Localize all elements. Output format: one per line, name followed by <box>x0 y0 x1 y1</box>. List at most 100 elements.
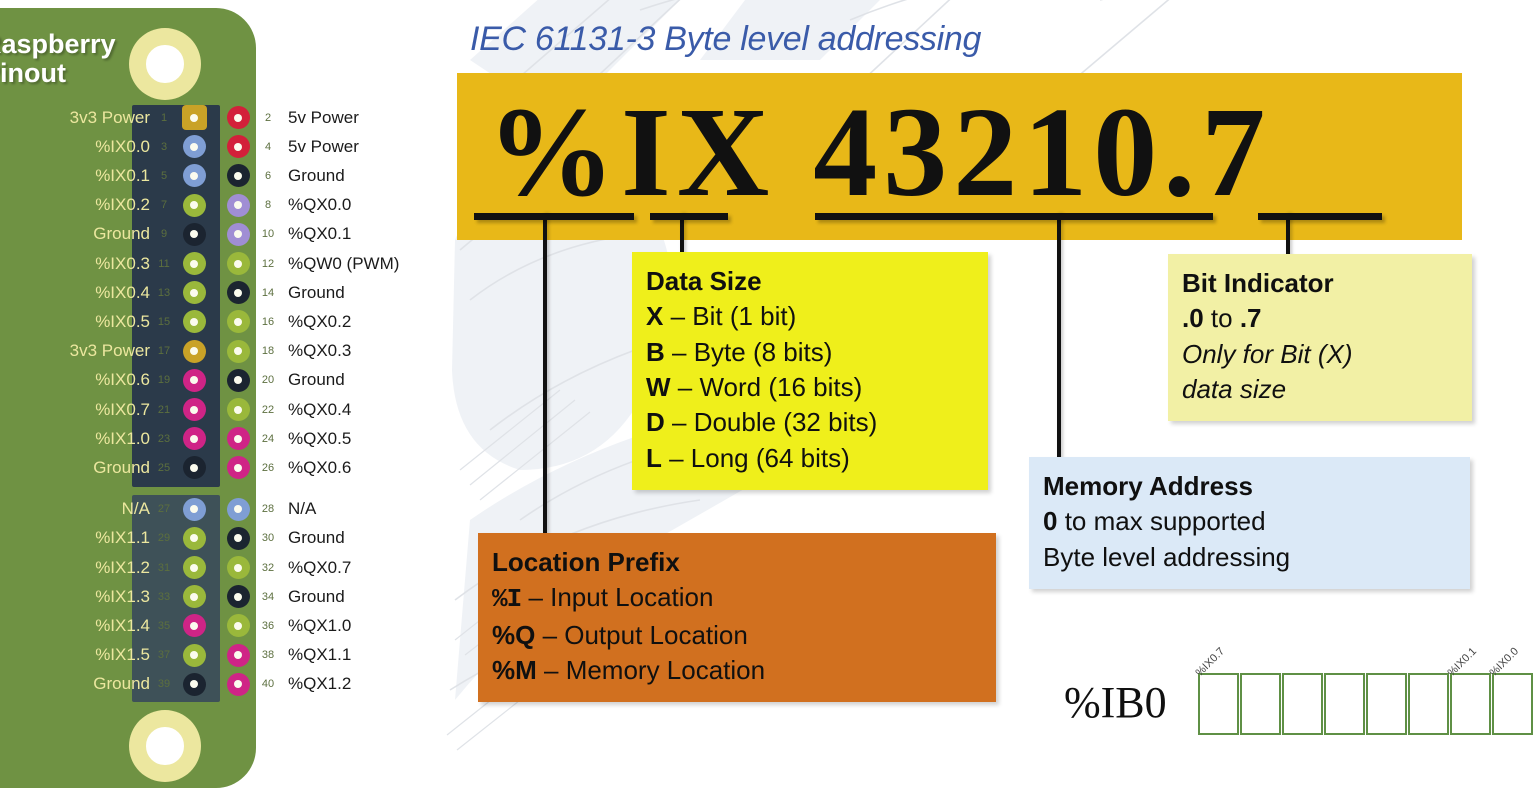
pin-dot-icon <box>226 193 250 217</box>
pin-dot-icon <box>226 456 250 480</box>
callout-data-size-title: Data Size <box>646 266 762 296</box>
pin-label-left: %IX0.2 <box>95 195 150 215</box>
pin-dot-cell-right <box>216 643 260 667</box>
callout-location-prefix-line: %M – Memory Location <box>492 653 982 688</box>
pin-number-left: 21 <box>157 403 171 416</box>
callout-location-prefix: Location Prefix %I – Input Location %Q –… <box>478 533 996 703</box>
pin-number-left: 27 <box>157 503 171 516</box>
pin-dot-cell-left <box>172 222 216 246</box>
pin-label-right: Ground <box>288 528 345 548</box>
callout-data-size-line: B – Byte (8 bits) <box>646 335 974 370</box>
pin-number-right: 2 <box>264 111 272 124</box>
pin-label-left: Ground <box>93 457 150 477</box>
pin-dot-cell-left <box>172 368 216 392</box>
pin-label-left: %IX0.0 <box>95 136 150 156</box>
pin-row: Ground 9 10 %QX0.1 <box>0 220 456 249</box>
pin-number-left: 19 <box>157 374 171 387</box>
pin-row: Ground 39 40 %QX1.2 <box>0 670 456 699</box>
data-size-rest: – Long (64 bits) <box>661 442 850 473</box>
pin-number-left: 33 <box>157 590 171 603</box>
pin-label-right: %QX1.2 <box>288 674 352 694</box>
pin-row: %IX0.6 19 20 Ground <box>0 366 456 395</box>
bit-range-mid: to <box>1203 303 1240 334</box>
pin-number-left: 13 <box>157 286 171 299</box>
pin-number-right: 30 <box>261 532 275 545</box>
pin-label-left: Ground <box>93 224 150 244</box>
pin-row: %IX0.1 5 6 Ground <box>0 161 456 190</box>
byte-cell[interactable] <box>1282 673 1323 735</box>
pin-label-left: 3v3 Power <box>69 341 150 361</box>
pin-dot-icon <box>182 164 206 188</box>
mount-hole-top-icon <box>129 28 201 100</box>
pin-dot-icon <box>226 339 250 363</box>
pin-dot-icon <box>182 526 206 550</box>
pin-dot-icon <box>182 252 206 275</box>
pin-label-right: %QX1.0 <box>288 615 352 635</box>
byte-cell[interactable] <box>1450 673 1491 735</box>
pin-label-left: %IX1.5 <box>95 645 150 665</box>
pin-label-left: %IX1.2 <box>95 557 150 577</box>
pin-dot-cell-right <box>216 368 260 392</box>
callout-data-size-line: L – Long (64 bits) <box>646 441 974 476</box>
byte-cell[interactable] <box>1408 673 1449 735</box>
leader-memory-address <box>1057 213 1061 459</box>
pin-row: 3v3 Power 17 18 %QX0.3 <box>0 337 456 366</box>
byte-cell[interactable] <box>1492 673 1533 735</box>
pin-label-right: %QX0.3 <box>288 341 352 361</box>
mount-hole-bottom-icon <box>129 710 201 782</box>
pin-row: %IX1.1 29 30 Ground <box>0 524 456 553</box>
pin-row: %IX0.2 7 8 %QX0.0 <box>0 191 456 220</box>
pin-dot-icon <box>226 368 250 392</box>
pin-dot-cell-left <box>172 398 216 421</box>
byte-cell[interactable] <box>1240 673 1281 735</box>
pin-label-right: %QX0.6 <box>288 457 352 477</box>
pin-number-right: 4 <box>264 140 272 153</box>
pin-number-right: 40 <box>261 678 275 691</box>
pin-dot-cell-right <box>216 497 260 521</box>
callout-memory-address-line-1: 0 to max supported <box>1043 504 1456 539</box>
data-size-key: W <box>646 372 671 403</box>
pin-label-left: %IX1.1 <box>95 528 150 548</box>
byte-cell[interactable] <box>1366 673 1407 735</box>
pin-dot-cell-left <box>172 585 216 609</box>
pin-number-left: 39 <box>157 678 171 691</box>
pin-label-left: Ground <box>93 674 150 694</box>
pin-dot-icon <box>226 106 250 129</box>
pin-dot-cell-left <box>172 614 216 638</box>
pin-dot-cell-left <box>172 105 216 130</box>
callout-data-size-line: X – Bit (1 bit) <box>646 299 974 334</box>
pin-label-right: Ground <box>288 586 345 606</box>
pin-number-right: 12 <box>261 257 275 270</box>
pin-dot-cell-right <box>216 222 260 246</box>
pin-label-right: Ground <box>288 165 345 185</box>
pin-row: %IX0.4 13 14 Ground <box>0 278 456 307</box>
byte-cell[interactable] <box>1198 673 1239 735</box>
pin-row: %IX0.3 11 12 %QW0 (PWM) <box>0 249 456 278</box>
pin-dot-cell-right <box>216 556 260 579</box>
pin-row: %IX0.7 21 22 %QX0.4 <box>0 395 456 424</box>
location-prefix-key: %M <box>492 655 537 686</box>
slide-canvas: Raspberry Pinout 3v3 Power125v Power%IX0… <box>0 0 1535 799</box>
pin-dot-icon <box>226 281 250 305</box>
pin-dot-icon <box>182 427 206 451</box>
pin-label-left: %IX1.3 <box>95 586 150 606</box>
byte-diagram-grid <box>1198 673 1534 735</box>
callout-data-size: Data Size X – Bit (1 bit) B – Byte (8 bi… <box>632 252 988 491</box>
pin-label-left: %IX1.4 <box>95 615 150 635</box>
pin-number-left: 23 <box>157 432 171 445</box>
pin-dot-icon <box>182 643 206 667</box>
byte-cell[interactable] <box>1324 673 1365 735</box>
pin-number-right: 14 <box>261 286 275 299</box>
pin-number-right: 18 <box>261 345 275 358</box>
pin-dot-icon <box>226 222 250 246</box>
bit-range-start: .0 <box>1182 303 1204 334</box>
pin-label-left: N/A <box>121 499 150 519</box>
pin-dot-icon <box>226 310 250 334</box>
pin-label-left: 3v3 Power <box>69 107 150 127</box>
pin-dot-cell-right <box>216 339 260 363</box>
pin-dot-cell-right <box>216 526 260 550</box>
pin-dot-cell-right <box>216 672 260 696</box>
location-prefix-key: %Q <box>492 619 536 650</box>
data-size-rest: – Word (16 bits) <box>670 372 863 403</box>
pin-label-right: %QX0.7 <box>288 557 352 577</box>
